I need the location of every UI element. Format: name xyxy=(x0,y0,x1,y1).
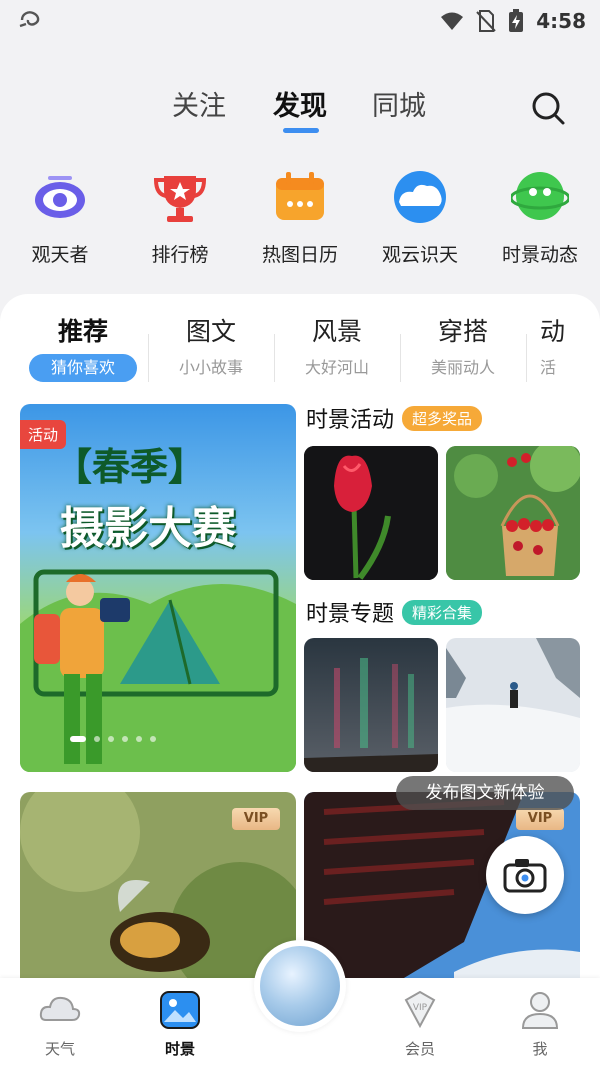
category-outfit[interactable]: 穿搭 美丽动人 xyxy=(400,312,526,382)
quick-item-cloud[interactable]: 观云识天 xyxy=(360,168,480,267)
activity-section-header[interactable]: 时景活动 超多奖品 xyxy=(306,402,483,434)
center-weather-orb[interactable] xyxy=(254,940,346,1032)
tab-follow[interactable]: 关注 xyxy=(172,84,226,123)
quick-item-calendar[interactable]: 热图日历 xyxy=(240,168,360,267)
category-title: 动 xyxy=(540,317,566,346)
category-subtitle: 小小故事 xyxy=(178,358,243,377)
eye-icon xyxy=(35,176,85,218)
section-title: 时景活动 xyxy=(306,408,395,433)
publish-camera-button[interactable] xyxy=(486,836,564,914)
tab-discover[interactable]: 发现 xyxy=(273,84,327,123)
section-tag: 精彩合集 xyxy=(402,599,483,625)
category-title: 风景 xyxy=(311,317,362,346)
nav-label: 天气 xyxy=(44,1040,75,1058)
quick-item-label: 观天者 xyxy=(31,244,89,266)
carousel-dots xyxy=(70,736,156,742)
quick-item-ranking[interactable]: 排行榜 xyxy=(120,168,240,267)
category-subtitle: 活 xyxy=(540,358,557,377)
topic-thumb-aurora[interactable] xyxy=(304,638,438,772)
quick-entry-row: 观天者 排行榜 热图日历 观云识天 时景动态 xyxy=(0,168,600,278)
nav-membership[interactable]: VIP 会员 xyxy=(375,988,465,1059)
topic-thumb-snow[interactable] xyxy=(446,638,580,772)
category-subtitle: 美丽动人 xyxy=(430,358,495,377)
cloud-icon xyxy=(394,171,446,223)
wifi-icon xyxy=(441,12,464,30)
search-icon[interactable] xyxy=(528,88,568,128)
category-title: 图文 xyxy=(185,317,236,346)
quick-item-label: 观云识天 xyxy=(381,244,458,266)
nav-scenes[interactable]: 时景 xyxy=(135,988,225,1059)
category-subtitle: 猜你喜欢 xyxy=(29,354,137,382)
activity-thumb-tulip[interactable] xyxy=(304,446,438,580)
snow-forest-photo xyxy=(446,638,580,772)
nav-label: 时景 xyxy=(164,1040,195,1058)
quick-item-label: 热图日历 xyxy=(261,244,338,266)
vip-badge: VIP xyxy=(516,808,564,830)
category-image-text[interactable]: 图文 小小故事 xyxy=(148,312,274,382)
tab-local[interactable]: 同城 xyxy=(372,84,426,123)
nav-label: 我 xyxy=(532,1040,548,1058)
calendar-icon xyxy=(276,172,324,220)
vip-text: VIP xyxy=(413,1003,428,1013)
weather-cloud-icon xyxy=(39,996,81,1021)
quick-item-label: 时景动态 xyxy=(501,244,578,266)
aurora-photo xyxy=(304,638,438,772)
quick-item-label: 排行榜 xyxy=(151,244,209,266)
photo-icon xyxy=(160,991,200,1029)
nav-label: 会员 xyxy=(404,1040,435,1058)
user-icon xyxy=(521,992,559,1029)
category-recommend[interactable]: 推荐 猜你喜欢 xyxy=(20,312,146,382)
activity-thumb-cherries[interactable] xyxy=(446,446,580,580)
photo-card-bee[interactable]: VIP xyxy=(20,792,296,994)
app-logo-icon xyxy=(19,11,40,28)
quick-item-observer[interactable]: 观天者 xyxy=(0,168,120,267)
category-activity[interactable]: 动 活 xyxy=(526,312,566,382)
publish-tooltip: 发布图文新体验 xyxy=(396,776,574,810)
cherry-basket-photo xyxy=(446,446,580,580)
category-title: 穿搭 xyxy=(437,317,488,346)
battery-charging-icon xyxy=(509,9,524,32)
status-bar: 4:58 xyxy=(0,0,600,44)
sky-orb-image xyxy=(260,946,340,1026)
top-tab-bar: 关注 发现 同城 xyxy=(0,84,600,144)
tulip-photo xyxy=(304,446,438,580)
category-scenery[interactable]: 风景 大好河山 xyxy=(274,312,400,382)
clock: 4:58 xyxy=(536,9,586,33)
banner-title-line1: 【春季】 xyxy=(54,445,207,489)
nav-me[interactable]: 我 xyxy=(495,988,585,1059)
category-tabs: 推荐 猜你喜欢 图文 小小故事 风景 大好河山 穿搭 美丽动人 动 活 xyxy=(0,312,600,382)
nav-weather[interactable]: 天气 xyxy=(15,988,105,1059)
trophy-icon xyxy=(153,176,207,222)
banner-title-line2: 摄影大赛 xyxy=(60,503,236,554)
camera-icon xyxy=(503,859,547,893)
topic-section-header[interactable]: 时景专题 精彩合集 xyxy=(306,596,483,628)
category-title: 推荐 xyxy=(57,317,108,346)
section-tag: 超多奖品 xyxy=(402,405,483,431)
section-title: 时景专题 xyxy=(306,602,395,627)
chat-bubble-icon xyxy=(509,172,571,220)
contest-banner[interactable]: 活动 【春季】 摄影大赛 xyxy=(20,404,296,772)
vip-diamond-icon: VIP xyxy=(404,990,436,1029)
category-subtitle: 大好河山 xyxy=(304,358,369,377)
quick-item-moments[interactable]: 时景动态 xyxy=(480,168,600,267)
vip-badge: VIP xyxy=(232,808,280,830)
no-sim-icon xyxy=(476,10,496,32)
active-tab-indicator xyxy=(283,128,319,133)
